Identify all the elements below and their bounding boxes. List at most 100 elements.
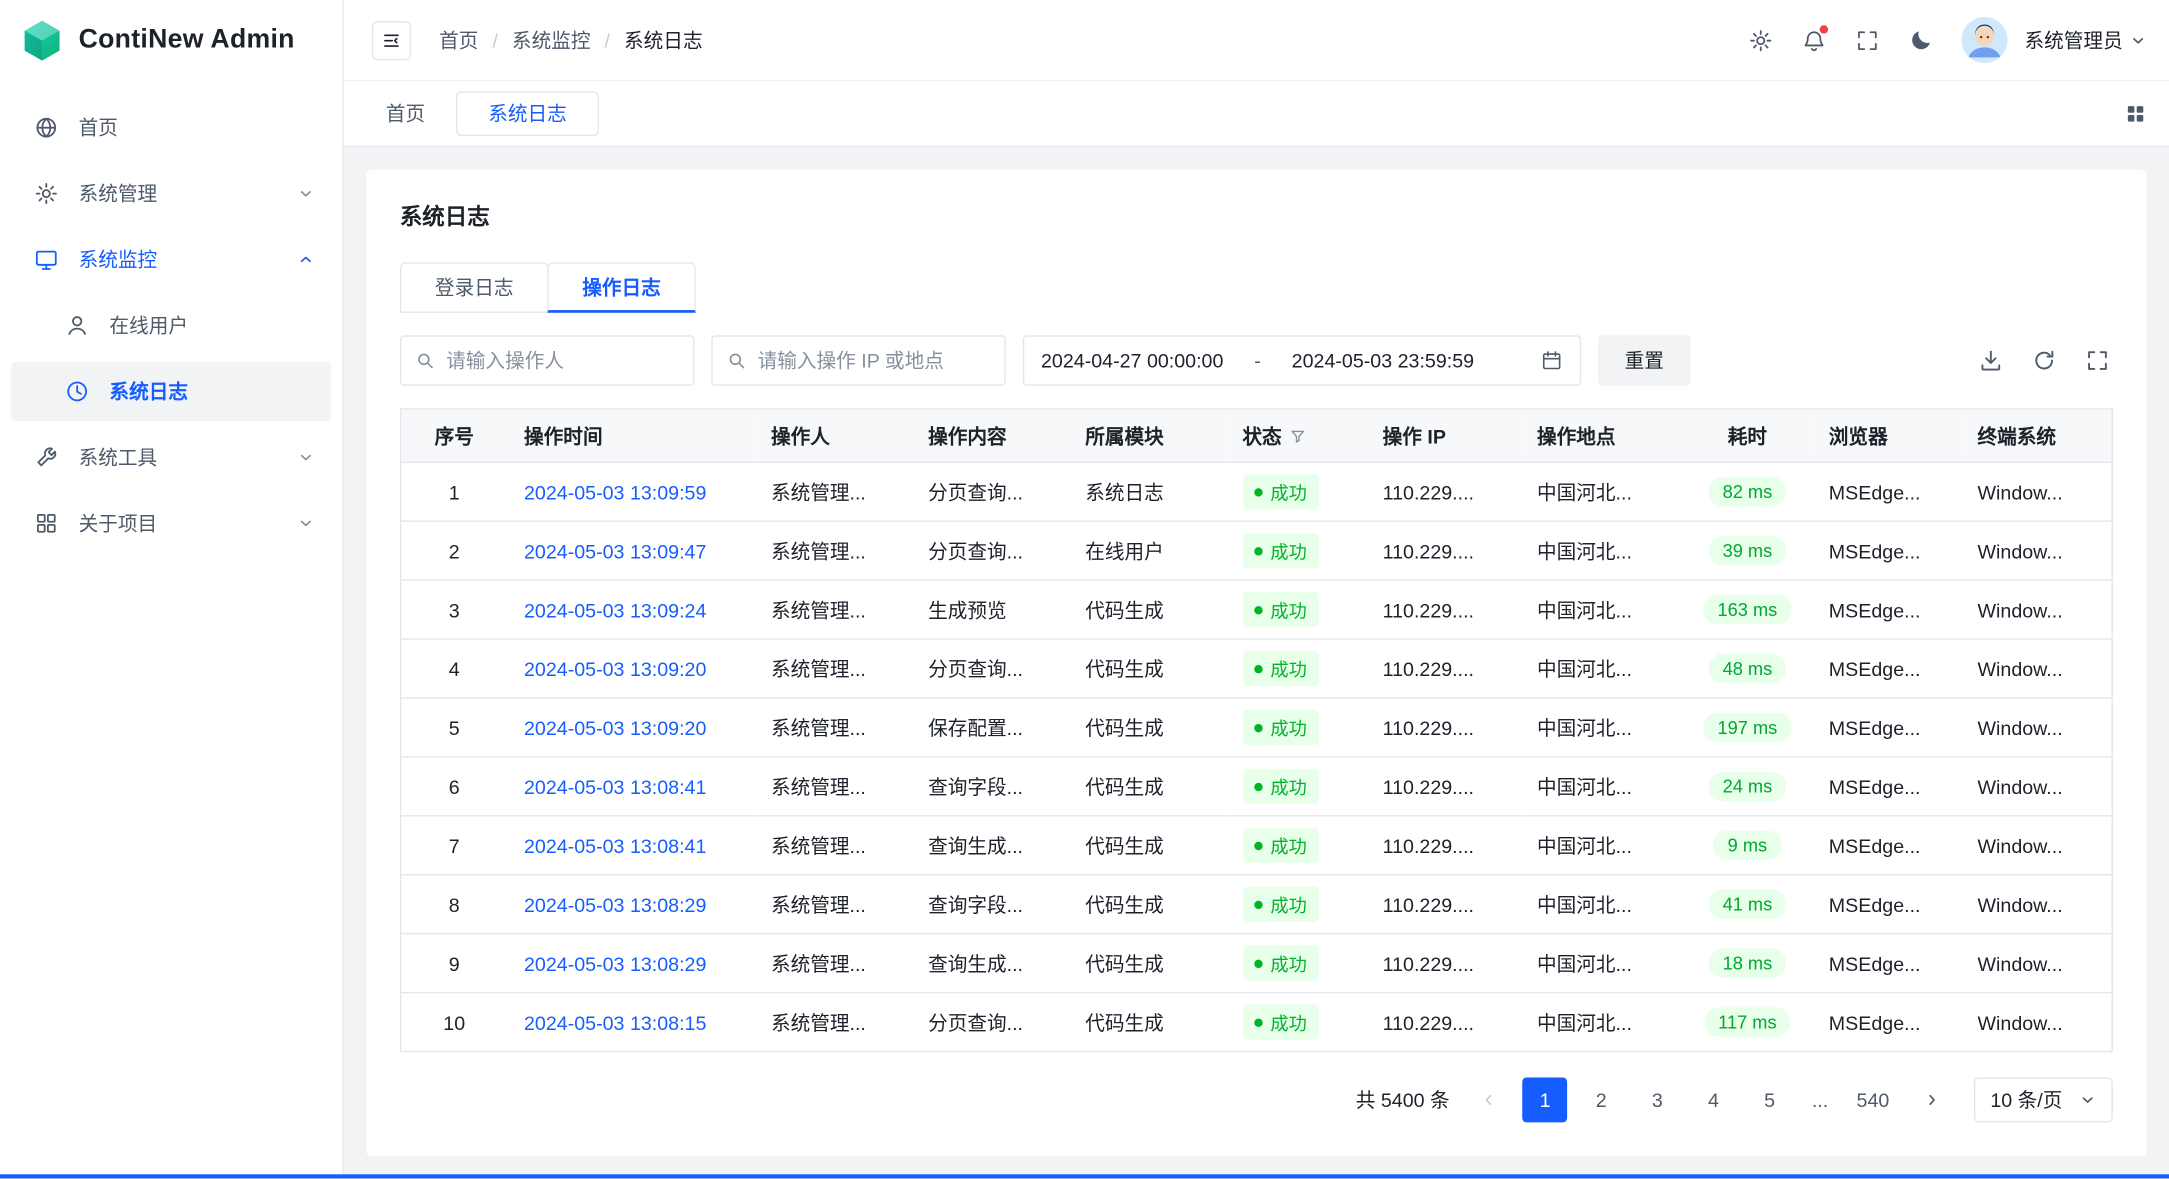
sidebar-item-system-log[interactable]: 系统日志 — [11, 362, 331, 421]
cell-browser: MSEdge... — [1812, 521, 1961, 580]
status-badge: 成功 — [1242, 474, 1318, 509]
cell-time-link[interactable]: 2024-05-03 13:09:59 — [524, 481, 706, 503]
sidebar-menu: 首页 系统管理 系统监控 在线用户 — [0, 81, 342, 552]
settings-button[interactable] — [1737, 16, 1785, 64]
tab-home[interactable]: 首页 — [366, 100, 445, 128]
page-button-2[interactable]: 2 — [1579, 1077, 1624, 1122]
user-menu[interactable]: 系统管理员 — [2025, 26, 2147, 54]
cell-location: 中国河北... — [1520, 580, 1683, 639]
status-filter-icon[interactable] — [1289, 427, 1306, 444]
cell-os: Window... — [1961, 875, 2113, 934]
status-dot — [1254, 782, 1262, 790]
fullscreen-button[interactable] — [1844, 16, 1892, 64]
operator-search-input[interactable] — [446, 349, 679, 371]
cell-operator: 系统管理... — [754, 698, 911, 757]
page-prev-button[interactable] — [1467, 1077, 1512, 1122]
tab-operation-log[interactable]: 操作日志 — [547, 262, 696, 313]
cell-time-link[interactable]: 2024-05-03 13:09:20 — [524, 657, 706, 679]
sidebar-item-system-tools[interactable]: 系统工具 — [11, 428, 331, 487]
reset-button[interactable]: 重置 — [1598, 335, 1691, 386]
cell-module: 代码生成 — [1068, 816, 1225, 875]
dark-mode-button[interactable] — [1897, 16, 1945, 64]
cell-time-link[interactable]: 2024-05-03 13:08:41 — [524, 775, 706, 797]
cell-duration: 82 ms — [1683, 462, 1812, 521]
cell-os: Window... — [1961, 934, 2113, 993]
cell-time-link[interactable]: 2024-05-03 13:08:29 — [524, 952, 706, 974]
download-button[interactable] — [1978, 348, 2003, 373]
cell-time-link[interactable]: 2024-05-03 13:08:15 — [524, 1011, 706, 1033]
cell-browser: MSEdge... — [1812, 698, 1961, 757]
sidebar-collapse-button[interactable] — [372, 20, 411, 59]
app-logo[interactable]: ContiNew Admin — [0, 0, 342, 81]
ip-search-input[interactable] — [758, 349, 991, 371]
tab-actions-button[interactable] — [2124, 102, 2146, 124]
pagination: 共 5400 条 1 2 3 4 5 ... 540 10 条/页 — [400, 1077, 2113, 1122]
cell-status: 成功 — [1226, 462, 1366, 521]
page-button-4[interactable]: 4 — [1691, 1077, 1736, 1122]
status-badge: 成功 — [1242, 828, 1318, 863]
cell-time-link[interactable]: 2024-05-03 13:08:29 — [524, 893, 706, 915]
cell-status: 成功 — [1226, 757, 1366, 816]
sidebar-item-online-users[interactable]: 在线用户 — [11, 296, 331, 355]
cell-os: Window... — [1961, 462, 2113, 521]
breadcrumb-item[interactable]: 系统监控 — [512, 26, 591, 54]
chevron-down-icon — [2130, 32, 2147, 49]
cell-time-link[interactable]: 2024-05-03 13:09:47 — [524, 539, 706, 561]
status-text: 成功 — [1270, 596, 1306, 623]
cell-operator: 系统管理... — [754, 639, 911, 698]
page-tab-bar: 首页 系统日志 — [344, 81, 2169, 147]
cell-module: 代码生成 — [1068, 934, 1225, 993]
breadcrumb-item[interactable]: 首页 — [439, 26, 478, 54]
cell-duration: 24 ms — [1683, 757, 1812, 816]
page-button-3[interactable]: 3 — [1635, 1077, 1680, 1122]
cell-operator: 系统管理... — [754, 580, 911, 639]
user-icon — [65, 313, 90, 338]
sidebar-item-label: 系统日志 — [109, 377, 188, 405]
column-header-content: 操作内容 — [911, 409, 1068, 462]
cell-duration: 41 ms — [1683, 875, 1812, 934]
sidebar-item-system-monitor[interactable]: 系统监控 — [11, 230, 331, 289]
table-fullscreen-button[interactable] — [2085, 348, 2110, 373]
tab-login-log[interactable]: 登录日志 — [400, 262, 549, 313]
cell-status: 成功 — [1226, 934, 1366, 993]
page-ellipsis[interactable]: ... — [1803, 1089, 1837, 1111]
cell-time-link[interactable]: 2024-05-03 13:09:24 — [524, 598, 706, 620]
cell-index: 3 — [401, 580, 508, 639]
filter-row: 2024-04-27 00:00:00 - 2024-05-03 23:59:5… — [400, 335, 2113, 386]
status-badge: 成功 — [1242, 887, 1318, 922]
page-button-5[interactable]: 5 — [1747, 1077, 1792, 1122]
table-row: 7 2024-05-03 13:08:41 系统管理... 查询生成... 代码… — [401, 816, 2113, 875]
cell-operator: 系统管理... — [754, 875, 911, 934]
cell-time-link[interactable]: 2024-05-03 13:09:20 — [524, 716, 706, 738]
page-next-button[interactable] — [1909, 1077, 1954, 1122]
page-size-select[interactable]: 10 条/页 — [1973, 1077, 2112, 1122]
cell-duration: 163 ms — [1683, 580, 1812, 639]
status-dot — [1254, 664, 1262, 672]
content-area: 系统日志 登录日志 操作日志 — [344, 147, 2169, 1178]
page-title: 系统日志 — [400, 198, 2113, 232]
notifications-button[interactable] — [1790, 16, 1838, 64]
cell-time-link[interactable]: 2024-05-03 13:08:41 — [524, 834, 706, 856]
avatar[interactable] — [1961, 17, 2007, 63]
column-header-index: 序号 — [401, 409, 508, 462]
column-header-module: 所属模块 — [1068, 409, 1225, 462]
pagination-total: 共 5400 条 — [1356, 1086, 1450, 1114]
main-area: 首页 / 系统监控 / 系统日志 — [344, 0, 2169, 1179]
sidebar-item-about[interactable]: 关于项目 — [11, 494, 331, 553]
refresh-button[interactable] — [2032, 348, 2057, 373]
table-row: 2 2024-05-03 13:09:47 系统管理... 分页查询... 在线… — [401, 521, 2113, 580]
date-range-picker[interactable]: 2024-04-27 00:00:00 - 2024-05-03 23:59:5… — [1023, 335, 1581, 386]
page-button-last[interactable]: 540 — [1848, 1077, 1898, 1122]
cell-os: Window... — [1961, 639, 2113, 698]
tab-system-log[interactable]: 系统日志 — [456, 91, 599, 136]
cell-operator: 系统管理... — [754, 816, 911, 875]
table-row: 3 2024-05-03 13:09:24 系统管理... 生成预览 代码生成 … — [401, 580, 2113, 639]
date-start-value: 2024-04-27 00:00:00 — [1041, 349, 1223, 371]
sidebar-item-label: 首页 — [79, 114, 118, 142]
column-header-ip: 操作 IP — [1366, 409, 1520, 462]
page-button-1[interactable]: 1 — [1523, 1077, 1568, 1122]
status-text: 成功 — [1270, 891, 1306, 918]
sidebar-item-system-management[interactable]: 系统管理 — [11, 164, 331, 223]
cell-module: 代码生成 — [1068, 757, 1225, 816]
sidebar-item-home[interactable]: 首页 — [11, 98, 331, 157]
